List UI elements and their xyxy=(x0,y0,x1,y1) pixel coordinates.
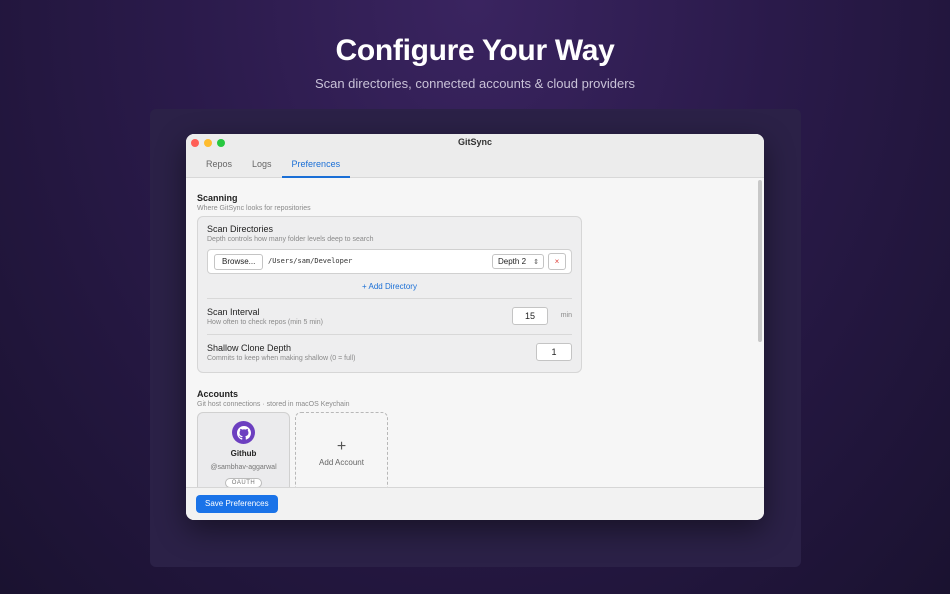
scan-interval-unit: min xyxy=(560,312,572,319)
accounts-section-title: Accounts xyxy=(197,389,239,399)
account-cards: Github @sambhav-aggarwal OAUTH + Add Acc… xyxy=(197,412,756,487)
account-handle: @sambhav-aggarwal xyxy=(210,464,277,471)
vertical-scrollbar[interactable] xyxy=(758,180,762,342)
scan-directories-title: Scan Directories xyxy=(207,224,274,234)
scanning-section-title: Scanning xyxy=(197,193,238,203)
github-icon xyxy=(232,421,255,444)
auth-badge: OAUTH xyxy=(224,478,263,487)
chevron-up-down-icon: ⇕ xyxy=(533,259,539,266)
save-preferences-button[interactable]: Save Preferences xyxy=(196,495,278,513)
tab-bar: Repos Logs Preferences xyxy=(186,152,764,178)
add-account-button[interactable]: + Add Account xyxy=(295,412,388,487)
shallow-clone-input[interactable]: 1 xyxy=(536,343,572,361)
scan-interval-input[interactable]: 15 xyxy=(512,307,548,325)
add-account-label: Add Account xyxy=(319,458,364,467)
account-provider: Github xyxy=(230,449,257,458)
add-directory-link[interactable]: + Add Directory xyxy=(207,282,572,296)
tab-repos[interactable]: Repos xyxy=(196,152,242,178)
scanning-card: Scan Directories Depth controls how many… xyxy=(197,216,582,373)
shallow-clone-title: Shallow Clone Depth xyxy=(207,343,292,353)
scanning-section-subtitle: Where GitSync looks for repositories xyxy=(197,205,311,212)
scan-directories-subtitle: Depth controls how many folder levels de… xyxy=(207,236,374,243)
remove-directory-button[interactable]: × xyxy=(548,253,566,270)
tab-logs[interactable]: Logs xyxy=(242,152,282,178)
shallow-clone-subtitle: Commits to keep when making shallow (0 =… xyxy=(207,355,356,362)
hero-title: Configure Your Way xyxy=(335,34,615,67)
browse-button[interactable]: Browse... xyxy=(214,254,264,270)
depth-select[interactable]: Depth 2 ⇕ xyxy=(492,254,544,269)
account-card-github[interactable]: Github @sambhav-aggarwal OAUTH xyxy=(197,412,290,487)
depth-select-value: Depth 2 xyxy=(498,257,527,266)
hero-subtitle: Scan directories, connected accounts & c… xyxy=(314,76,636,91)
footer-bar: Save Preferences xyxy=(186,487,764,520)
accounts-section-subtitle: Git host connections · stored in macOS K… xyxy=(197,401,350,408)
tab-preferences[interactable]: Preferences xyxy=(281,152,351,178)
accounts-section: Accounts Git host connections · stored i… xyxy=(197,389,756,487)
directory-path: /Users/sam/Developer xyxy=(268,257,353,265)
app-window: GitSync Repos Logs Preferences Scanning … xyxy=(186,134,764,520)
window-title: GitSync xyxy=(457,137,492,147)
plus-icon: + xyxy=(336,438,347,455)
preferences-content: Scanning Where GitSync looks for reposit… xyxy=(186,178,756,487)
directory-row: Browse... /Users/sam/Developer Depth 2 ⇕… xyxy=(207,249,572,274)
scan-interval-row: Scan Interval How often to check repos (… xyxy=(207,299,572,332)
shallow-clone-row: Shallow Clone Depth Commits to keep when… xyxy=(207,335,572,368)
title-bar: GitSync xyxy=(186,134,764,152)
